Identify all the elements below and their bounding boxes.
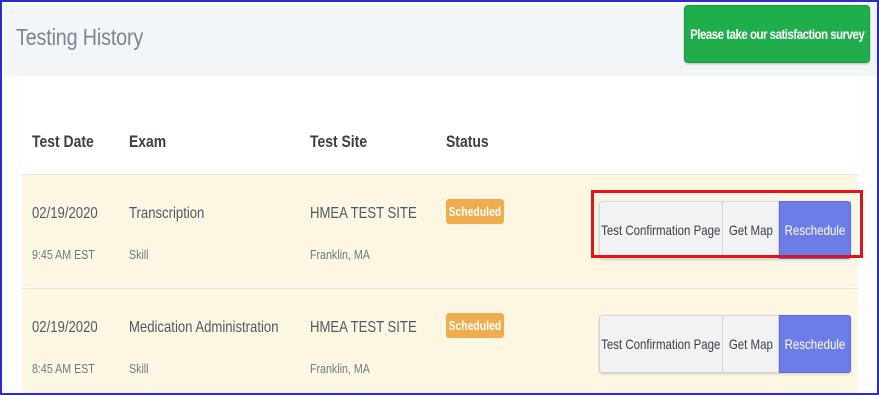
test-site-name: HMEA TEST SITE [310,319,417,336]
testing-history-table: Test Date Exam Test Site Status 02/19/20… [22,76,858,393]
test-site-location: Franklin, MA [310,247,370,262]
exam-type: Skill [129,247,149,262]
exam-name: Medication Administration [129,319,279,336]
test-confirmation-page-button[interactable]: Test Confirmation Page [599,201,723,259]
get-map-label: Get Map [728,222,773,238]
column-header-status: Status [446,132,489,151]
test-time: 8:45 AM EST [32,361,95,376]
status-label: Scheduled [448,318,502,333]
reschedule-button[interactable]: Reschedule [779,201,851,259]
reschedule-button[interactable]: Reschedule [779,315,851,373]
satisfaction-survey-button[interactable]: Please take our satisfaction survey [684,5,870,63]
column-header-exam: Exam [129,132,167,151]
table-row: 02/19/2020 8:45 AM EST Medication Admini… [22,288,858,393]
satisfaction-survey-label: Please take our satisfaction survey [689,26,865,42]
test-time: 9:45 AM EST [32,247,95,262]
table-row: 02/19/2020 9:45 AM EST Transcription Ski… [22,174,858,287]
test-date: 02/19/2020 [32,319,98,336]
status-badge: Scheduled [446,313,504,338]
test-confirmation-page-label: Test Confirmation Page [601,222,721,238]
test-site-name: HMEA TEST SITE [310,205,417,222]
test-confirmation-page-label: Test Confirmation Page [601,336,721,352]
get-map-label: Get Map [728,336,773,352]
test-site-location: Franklin, MA [310,361,370,376]
reschedule-label: Reschedule [784,336,846,352]
test-confirmation-page-button[interactable]: Test Confirmation Page [599,315,723,373]
app-frame: Testing History Please take our satisfac… [0,0,879,395]
reschedule-label: Reschedule [784,222,846,238]
page-title: Testing History [16,24,144,50]
test-date: 02/19/2020 [32,205,98,222]
status-label: Scheduled [448,204,502,219]
row-actions: Test Confirmation Page Get Map Reschedul… [599,201,851,259]
status-badge: Scheduled [446,199,504,224]
exam-type: Skill [129,361,149,376]
column-header-test-date: Test Date [32,132,94,151]
row-actions: Test Confirmation Page Get Map Reschedul… [599,315,851,373]
get-map-button[interactable]: Get Map [723,315,779,373]
get-map-button[interactable]: Get Map [723,201,779,259]
exam-name: Transcription [129,205,205,222]
column-header-test-site: Test Site [310,132,368,151]
